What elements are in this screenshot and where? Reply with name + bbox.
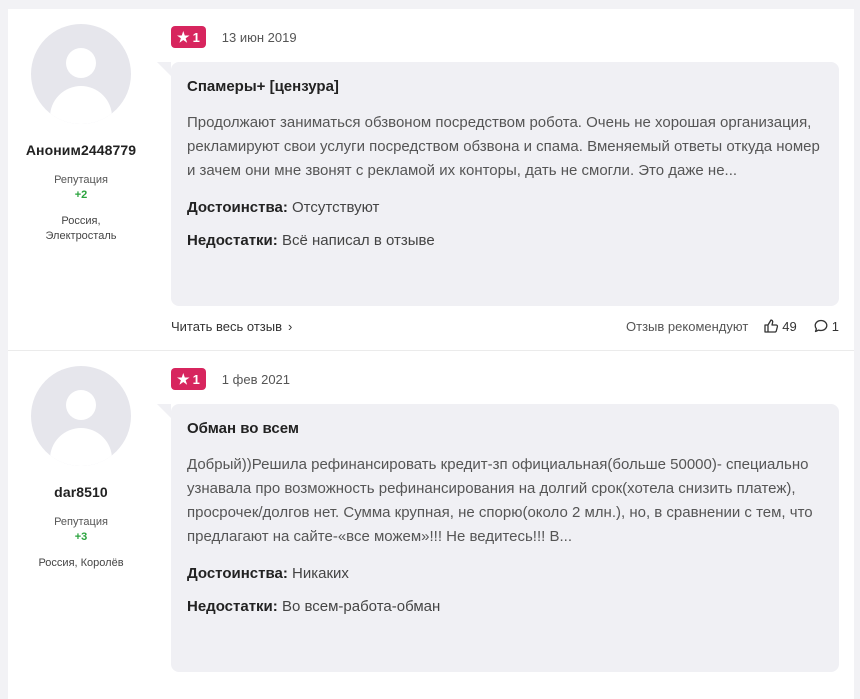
review-cons: Недостатки: Во всем-работа-обман [187,598,823,615]
review-cons: Недостатки: Всё написал в отзыве [187,232,823,249]
star-icon: ★ [177,370,190,387]
review-author: Аноним2448779 Репутация +2 Россия, Элект… [8,9,154,244]
review-date: 13 июн 2019 [221,29,297,45]
reputation-value: +2 [74,189,88,201]
rating-badge: ★ 1 [171,368,206,390]
author-location: Россия, Электросталь [8,214,154,244]
avatar-head-shape [66,48,96,78]
chevron-right-icon: › [288,318,293,334]
reviews-list: Аноним2448779 Репутация +2 Россия, Элект… [8,9,854,699]
star-icon: ★ [177,28,190,45]
comments-count: 1 [831,318,839,334]
avatar-body-shape [50,428,112,466]
likes-count: 49 [782,318,797,334]
comment-icon [814,319,828,333]
rating-value: 1 [192,29,200,45]
pros-label: Достоинства: [187,565,288,582]
review-author: dar8510 Репутация +3 Россия, Королёв [8,351,154,571]
cons-text: Всё написал в отзыве [281,232,435,249]
cons-text: Во всем-работа-обман [281,598,441,615]
cons-label: Недостатки: [187,598,278,615]
location-line: Россия, Королёв [38,557,124,569]
location-line: Россия, [61,215,101,227]
like-button[interactable]: 49 [763,318,797,334]
review-card: dar8510 Репутация +3 Россия, Королёв ★ 1… [8,350,854,692]
review-date: 1 фев 2021 [221,371,291,387]
read-more-label: Читать весь отзыв [171,318,283,334]
location-line: Электросталь [45,230,117,242]
recommend-label: Отзыв рекомендуют [626,318,749,334]
author-name[interactable]: Аноним2448779 [8,142,154,158]
review-text: Добрый))Решила рефинансировать кредит-зп… [187,456,813,545]
review-text: Продолжают заниматься обзвоном посредств… [187,114,820,179]
comments-button[interactable]: 1 [813,318,839,334]
reputation-label: Репутация [54,516,108,528]
review-pros: Достоинства: Отсутствуют [187,199,823,216]
avatar[interactable] [31,366,131,466]
reputation-value: +3 [74,531,88,543]
rating-badge: ★ 1 [171,26,206,48]
avatar[interactable] [31,24,131,124]
reputation-label: Репутация [54,174,108,186]
avatar-head-shape [66,390,96,420]
review-footer: Читать весь отзыв › Отзыв рекомендуют 49… [171,316,839,336]
review-bubble: Обман во всем Добрый))Решила рефинансиро… [157,404,839,672]
rating-value: 1 [192,371,200,387]
author-location: Россия, Королёв [8,556,154,571]
pros-text: Никаких [292,565,349,582]
pros-text: Отсутствуют [292,199,380,216]
review-bubble: Спамеры+ [цензура] Продолжают заниматься… [157,62,839,306]
author-name[interactable]: dar8510 [8,484,154,500]
pros-label: Достоинства: [187,199,288,216]
review-title[interactable]: Спамеры+ [цензура] [187,78,823,95]
read-full-review-link[interactable]: Читать весь отзыв › [171,319,292,334]
avatar-body-shape [50,86,112,124]
cons-label: Недостатки: [187,232,278,249]
review-card: Аноним2448779 Репутация +2 Россия, Элект… [8,9,854,350]
review-title[interactable]: Обман во всем [187,420,823,437]
review-pros: Достоинства: Никаких [187,565,823,582]
thumbs-up-icon [764,319,779,333]
review-meta: ★ 1 1 фев 2021 [171,368,290,390]
review-meta: ★ 1 13 июн 2019 [171,26,297,48]
